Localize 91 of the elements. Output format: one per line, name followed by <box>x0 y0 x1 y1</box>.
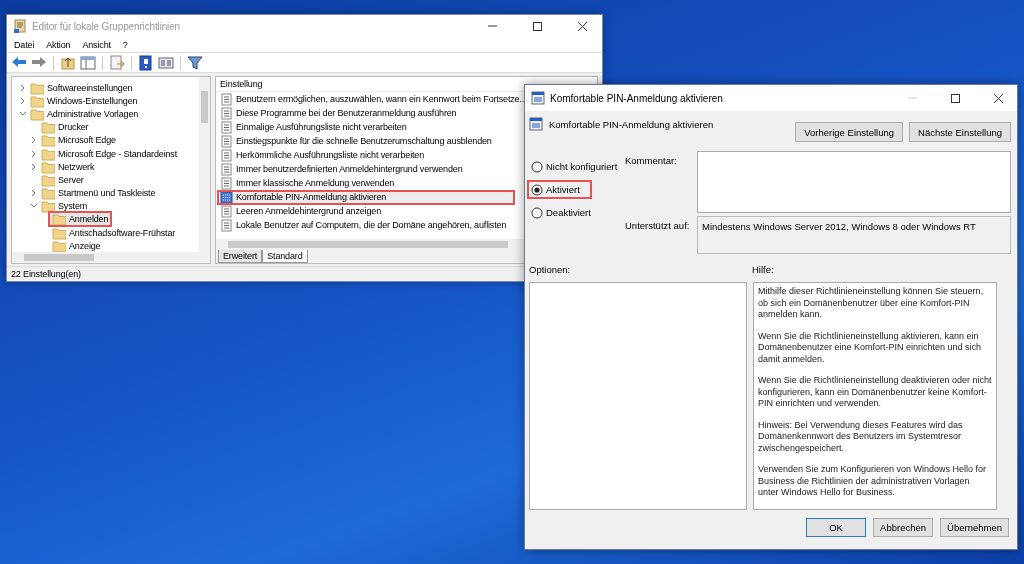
field-label: Kommentar: <box>625 154 678 168</box>
horizontal-scrollbar[interactable] <box>12 252 210 263</box>
maximize-icon[interactable] <box>949 92 961 104</box>
window-title: Komfortable PIN-Anmeldung aktivieren <box>550 92 724 104</box>
help-paragraph: Mithilfe dieser Richtlinieneinstellung können Sie steuern, ob sich ein Domänenbenutzer über eine Komfort-PIN anmelden kann. <box>758 286 985 321</box>
menu-item[interactable]: Datei <box>14 39 35 50</box>
export-icon[interactable] <box>109 54 125 71</box>
setting-icon <box>220 134 233 148</box>
folder-icon <box>30 80 44 95</box>
setting-icon <box>220 106 233 120</box>
tree-item[interactable]: Softwareeinstellungen <box>28 81 135 94</box>
policy-title: Komfortable PIN-Anmeldung aktivieren <box>549 118 715 130</box>
setting-icon <box>220 162 233 176</box>
tree-item[interactable]: Anzeige <box>50 239 103 252</box>
setting-icon <box>220 190 233 204</box>
nav-button[interactable]: Vorherige Einstellung <box>795 122 904 142</box>
window-title: Editor für lokale Gruppenrichtlinien <box>32 20 181 32</box>
comment-field[interactable] <box>697 151 1011 213</box>
menu-item[interactable]: Aktion <box>46 39 71 50</box>
help-icon[interactable] <box>138 54 154 71</box>
supported-field: Mindestens Windows Server 2012, Windows 8 oder Windows RT <box>697 216 1011 254</box>
section-label: Optionen: <box>529 264 572 277</box>
tree-item[interactable]: Server <box>39 173 86 186</box>
tree-item[interactable]: Drucker <box>39 121 91 134</box>
radio-option[interactable]: Deaktiviert <box>529 205 593 220</box>
tree-item[interactable]: Antischadsoftware-Frühstar <box>50 226 178 239</box>
folder-icon <box>52 212 66 227</box>
menu-item[interactable]: Ansicht <box>82 39 111 50</box>
radio-icon[interactable] <box>531 160 543 173</box>
setting-icon <box>529 117 543 131</box>
list-item[interactable]: Herkömmliche Ausführungsliste nicht verarbeiten <box>218 148 427 162</box>
help-paragraph: Wenn Sie die Richtlinieneinstellung aktivieren, kann ein Domänenbenutzer eine Komfort-PIN einrichten und sich damit anmelden. <box>758 330 983 365</box>
list-item[interactable]: Benutzern ermöglichen, auszuwählen, wann ein Kennwort beim Fortsetze... <box>218 92 529 106</box>
folder-icon <box>30 106 44 121</box>
scroll-thumb[interactable] <box>201 91 208 123</box>
setting-icon <box>220 176 233 190</box>
list-item[interactable]: Immer benutzerdefinierten Anmeldehintergrund verwenden <box>218 162 465 176</box>
field-label: Unterstützt auf: <box>625 219 691 233</box>
setting-icon <box>220 218 233 232</box>
setting-icon <box>220 148 233 162</box>
help-paragraph: Wenn Sie die Richtlinieneinstellung deaktivieren oder nicht konfigurieren, kann ein Domänenbenutzer keine Komfort-PIN einrichten und verwenden. <box>758 375 992 410</box>
tab[interactable]: Erweitert <box>218 250 263 263</box>
tree-item[interactable]: Microsoft Edge - Standardeinst <box>39 147 180 160</box>
folder-icon <box>52 225 66 240</box>
folder-icon <box>41 133 55 148</box>
dialog-button[interactable]: OK <box>806 518 867 537</box>
list-item[interactable]: Einmalige Ausführungsliste nicht verarbeiten <box>218 120 409 134</box>
tree-item[interactable]: Anmelden <box>50 213 111 226</box>
list-item[interactable]: Komfortable PIN-Anmeldung aktivieren <box>218 190 514 204</box>
list-item[interactable]: Diese Programme bei der Benutzeranmeldung ausführen <box>218 106 459 120</box>
close-icon[interactable] <box>992 92 1004 104</box>
tree-item[interactable]: System <box>39 200 90 213</box>
radio-option[interactable]: Nicht konfiguriert <box>529 159 620 174</box>
help-paragraph: Hinweis: Bei Verwendung dieses Features wird das Domänenkennwort des Benutzers im Systemtresor zwischengespeichert. <box>758 419 964 454</box>
list-item[interactable]: Lokale Benutzer auf Computern, die der Domäne angehören, auflisten <box>218 218 509 232</box>
menu-item[interactable]: ? <box>122 39 128 50</box>
radio-icon[interactable] <box>531 206 543 219</box>
tree-item[interactable]: Startmenü und Taskleiste <box>39 187 158 200</box>
help-paragraph: Verwenden Sie zum Konfigurieren von Windows Hello for Business die Richtlinien der administrativen Vorlagen unter Windows Hello for Business. <box>758 464 988 499</box>
folder-icon <box>41 146 55 161</box>
setting-icon <box>220 204 233 218</box>
close-icon[interactable] <box>576 20 588 32</box>
filter-icon[interactable] <box>187 54 203 71</box>
tree-item[interactable]: Administrative Vorlagen <box>28 107 141 120</box>
tree-item[interactable]: Microsoft Edge <box>39 134 118 147</box>
tree-item[interactable]: Netzwerk <box>39 160 97 173</box>
dialog-button[interactable]: Übernehmen <box>940 518 1009 537</box>
folder-icon <box>30 93 44 108</box>
folder-icon <box>41 159 55 174</box>
setting-icon <box>220 120 233 134</box>
list-item[interactable]: Leeren Anmeldehintergrund anzeigen <box>218 204 383 218</box>
tree-item[interactable]: Windows-Einstellungen <box>28 94 140 107</box>
nav-button[interactable]: Nächste Einstellung <box>909 122 1011 142</box>
list-item[interactable]: Einstiegspunkte für die schnelle Benutzerumschaltung ausblenden <box>218 134 494 148</box>
radio-icon[interactable] <box>531 183 543 196</box>
scroll-thumb[interactable] <box>228 241 508 248</box>
folder-icon <box>41 186 55 201</box>
scroll-thumb[interactable] <box>24 254 94 261</box>
setting-icon <box>220 92 233 106</box>
folder-icon <box>41 199 55 214</box>
app-icon <box>13 19 27 33</box>
list-item[interactable]: Immer klassische Anmeldung verwenden <box>218 176 397 190</box>
radio-option[interactable]: Aktiviert <box>529 182 590 197</box>
maximize-icon[interactable] <box>531 20 543 32</box>
app-icon <box>531 91 545 105</box>
tab[interactable]: Standard <box>262 250 308 263</box>
folder-icon <box>41 172 55 187</box>
vertical-scrollbar[interactable] <box>199 77 210 252</box>
dialog-button[interactable]: Abbrechen <box>873 518 934 537</box>
section-label: Hilfe: <box>752 264 774 277</box>
folder-icon <box>41 120 55 135</box>
